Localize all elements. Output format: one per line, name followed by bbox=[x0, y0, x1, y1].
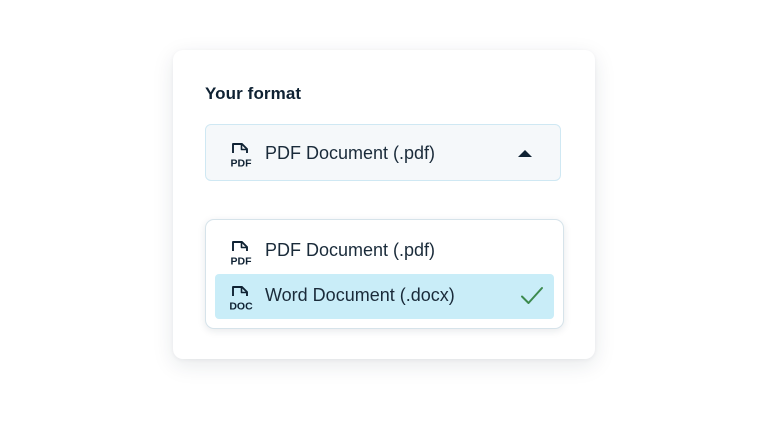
option-docx[interactable]: DOC Word Document (.docx) bbox=[215, 274, 554, 319]
format-label: Your format bbox=[205, 84, 302, 103]
checkmark-icon bbox=[521, 287, 543, 304]
pdf-icon-text: PDF bbox=[231, 256, 253, 267]
option-pdf[interactable]: PDF PDF Document (.pdf) bbox=[215, 229, 554, 274]
format-dropdown-menu: PDF PDF Document (.pdf) DOC Word Documen… bbox=[205, 219, 564, 329]
doc-file-icon: DOC bbox=[229, 286, 253, 312]
option-label: Word Document (.docx) bbox=[265, 285, 455, 305]
format-select[interactable]: PDF PDF Document (.pdf) bbox=[205, 124, 561, 181]
selected-format-value: PDF Document (.pdf) bbox=[265, 143, 436, 163]
caret-up-icon[interactable] bbox=[518, 150, 532, 157]
pdf-file-icon: PDF bbox=[231, 241, 253, 267]
page-stage: Your format PDF PDF Document (.pdf) PDF … bbox=[0, 0, 768, 433]
pdf-file-icon: PDF bbox=[231, 143, 253, 169]
format-card: Your format PDF PDF Document (.pdf) PDF … bbox=[173, 50, 595, 359]
option-label: PDF Document (.pdf) bbox=[265, 240, 436, 260]
pdf-icon-text: PDF bbox=[231, 158, 253, 169]
doc-icon-text: DOC bbox=[229, 301, 253, 312]
